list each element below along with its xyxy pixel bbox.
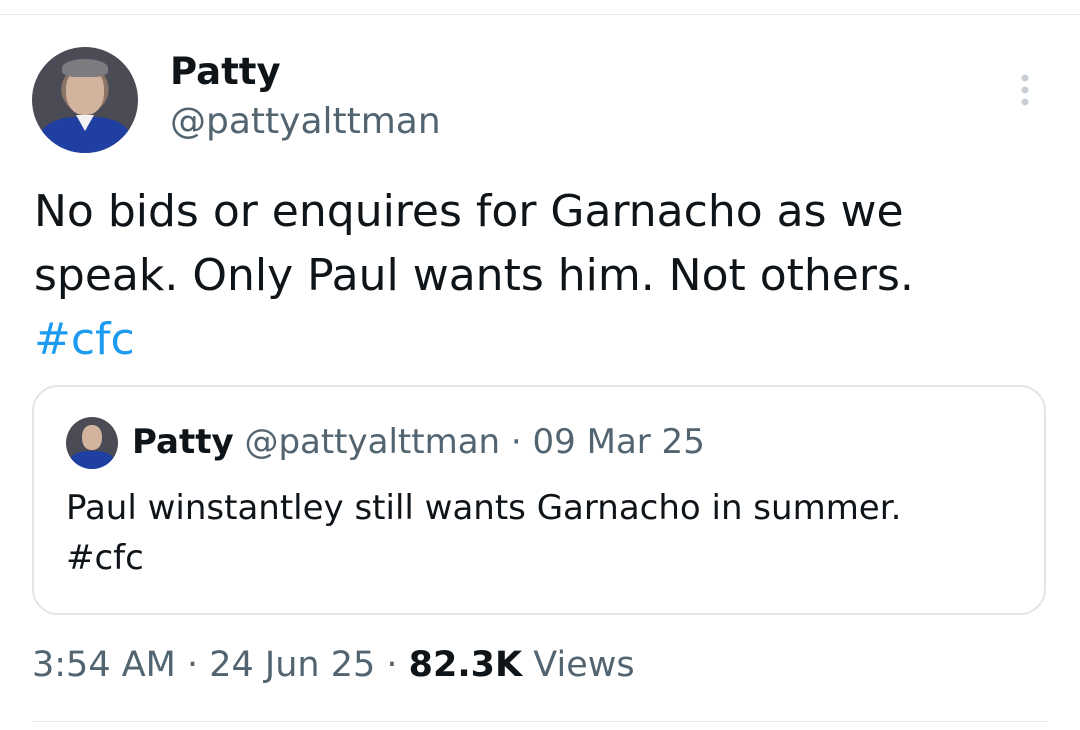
quoted-hashtag: #cfc bbox=[66, 538, 144, 578]
views-label: Views bbox=[533, 645, 635, 685]
separator-dot: · bbox=[375, 645, 409, 685]
quoted-text-line: Paul winstantley still wants Garnacho in… bbox=[66, 488, 902, 528]
hashtag-link[interactable]: #cfc bbox=[34, 308, 1034, 372]
tweet-meta-row: 3:54 AM · 24 Jun 25 · 82.3K Views bbox=[32, 640, 635, 690]
tweet-date[interactable]: 24 Jun 25 bbox=[209, 645, 375, 685]
more-vertical-icon[interactable] bbox=[1012, 70, 1038, 110]
tweet-time[interactable]: 3:54 AM bbox=[32, 645, 176, 685]
tweet-text-line: No bids or enquires for Garnacho as we bbox=[34, 186, 904, 237]
quoted-author-avatar[interactable] bbox=[66, 417, 118, 469]
tweet-text: No bids or enquires for Garnacho as we s… bbox=[34, 180, 1034, 372]
tweet-text-line: speak. Only Paul wants him. Not others. bbox=[34, 250, 914, 301]
bottom-divider bbox=[32, 721, 1048, 722]
views-count: 82.3K bbox=[408, 645, 523, 685]
author-handle[interactable]: @pattyalttman bbox=[170, 100, 441, 144]
quoted-author-name[interactable]: Patty bbox=[132, 422, 234, 462]
top-divider bbox=[0, 14, 1080, 15]
separator-dot: · bbox=[175, 645, 210, 685]
quoted-author-handle[interactable]: @pattyalttman bbox=[244, 422, 500, 462]
quoted-tweet-card[interactable]: Patty @pattyalttman · 09 Mar 25 Paul win… bbox=[32, 385, 1046, 615]
quoted-tweet-date: 09 Mar 25 bbox=[532, 422, 705, 462]
author-avatar[interactable] bbox=[32, 47, 138, 153]
quoted-tweet-header: Patty @pattyalttman · 09 Mar 25 bbox=[132, 419, 705, 465]
author-name[interactable]: Patty bbox=[170, 50, 281, 94]
separator-dot: · bbox=[500, 422, 533, 462]
quoted-tweet-text: Paul winstantley still wants Garnacho in… bbox=[66, 483, 1026, 583]
